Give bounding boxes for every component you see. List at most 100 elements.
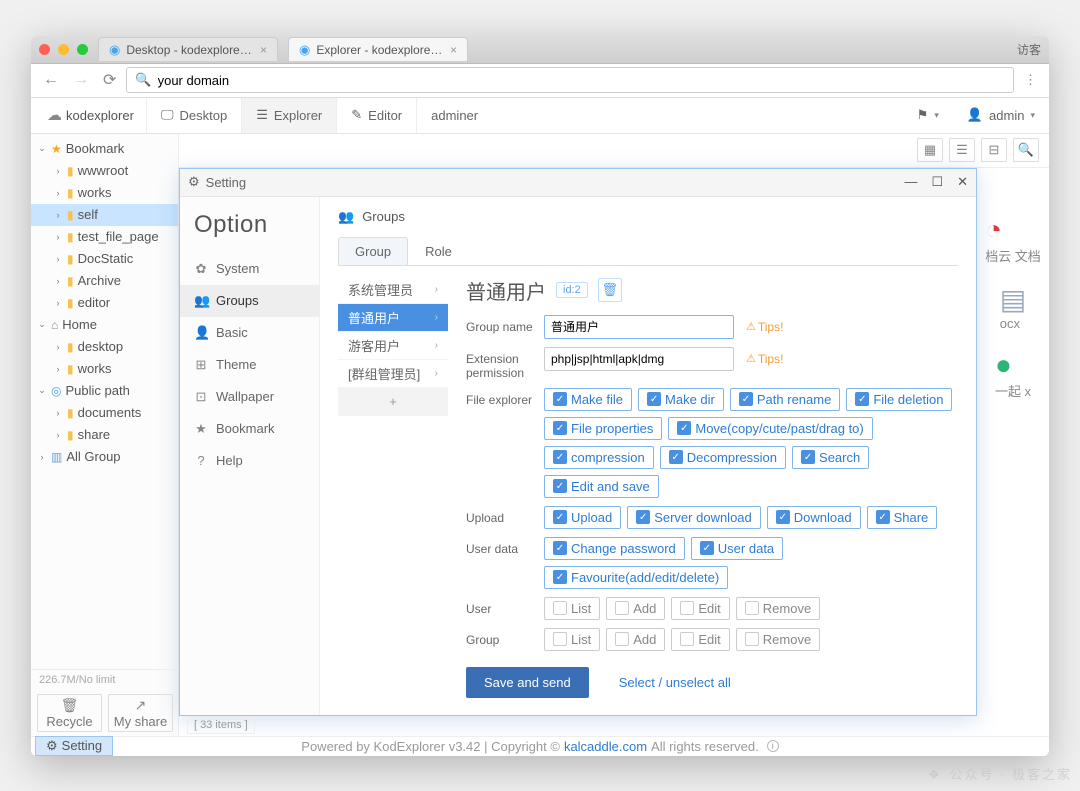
address-input-wrap[interactable]: 🔍 xyxy=(126,67,1014,93)
tree-item[interactable]: › ▮ works xyxy=(31,182,178,204)
tree-section[interactable]: ⌄ ⌂ Home xyxy=(31,314,178,336)
option-item-system[interactable]: ✿System xyxy=(180,253,319,285)
permission-check[interactable]: ✓Download xyxy=(767,506,861,529)
option-item-bookmark[interactable]: ★Bookmark xyxy=(180,413,319,445)
menu-icon[interactable]: ⋮ xyxy=(1020,72,1041,88)
close-icon[interactable]: ✕ xyxy=(957,174,968,190)
user-menu[interactable]: 👤 admin ▾ xyxy=(953,98,1049,134)
minimize-icon[interactable]: — xyxy=(904,174,917,190)
sublist-label: [群组管理员] xyxy=(348,364,420,383)
tree-item[interactable]: › ▮ share xyxy=(31,424,178,446)
tree-item[interactable]: › ▮ desktop xyxy=(31,336,178,358)
maximize-dot[interactable] xyxy=(77,44,88,55)
tree-item[interactable]: › ▮ works xyxy=(31,358,178,380)
pane-heading: 👥 Groups xyxy=(338,209,958,225)
tab-editor[interactable]: ✎ Editor xyxy=(336,98,416,134)
close-dot[interactable] xyxy=(39,44,50,55)
permission-check[interactable]: ✓User data xyxy=(691,537,783,560)
reload-icon[interactable]: ⟳ xyxy=(99,70,120,90)
form-title: 普通用户 xyxy=(466,276,546,305)
close-icon[interactable]: × xyxy=(450,43,457,57)
permission-check[interactable]: Add xyxy=(606,628,665,651)
tree-section[interactable]: ⌄ ◎ Public path xyxy=(31,380,178,402)
chevron-icon: ⌄ xyxy=(37,385,47,396)
browser-tab-1[interactable]: ◉ Desktop - kodexplorer - Powe × xyxy=(98,37,278,61)
permission-check[interactable]: ✓Move(copy/cute/past/drag to) xyxy=(668,417,872,440)
permission-check[interactable]: List xyxy=(544,628,600,651)
footer-link[interactable]: kalcaddle.com xyxy=(564,739,647,754)
permission-check[interactable]: ✓Upload xyxy=(544,506,621,529)
pane-tab-role[interactable]: Role xyxy=(408,237,469,265)
address-input[interactable] xyxy=(158,73,1005,88)
permission-check[interactable]: ✓Edit and save xyxy=(544,475,659,498)
permission-check[interactable]: ✓compression xyxy=(544,446,654,469)
permission-check[interactable]: Remove xyxy=(736,628,820,651)
tree-item[interactable]: › ▮ self xyxy=(31,204,178,226)
group-name-input[interactable] xyxy=(544,315,734,339)
sublist-item[interactable]: 系统管理员› xyxy=(338,276,448,304)
option-item-theme[interactable]: ⊞Theme xyxy=(180,349,319,381)
taskbar-setting[interactable]: ⚙ Setting xyxy=(35,736,113,756)
tree-item[interactable]: › ▮ editor xyxy=(31,292,178,314)
pane-tab-group[interactable]: Group xyxy=(338,237,408,265)
permission-check[interactable]: ✓Path rename xyxy=(730,388,840,411)
dialog-titlebar[interactable]: ⚙ Setting — ☐ ✕ xyxy=(180,169,976,197)
tab-adminer[interactable]: adminer xyxy=(416,98,492,134)
browser-tab-2[interactable]: ◉ Explorer - kodexplorer - Powe × xyxy=(288,37,468,61)
tree-item[interactable]: › ▮ Archive xyxy=(31,270,178,292)
permission-check[interactable]: ✓Decompression xyxy=(660,446,786,469)
tips-link[interactable]: Tips! xyxy=(746,352,783,366)
tab-explorer[interactable]: ☰ Explorer xyxy=(241,98,336,134)
option-item-groups[interactable]: 👥Groups xyxy=(180,285,319,317)
permission-check[interactable]: List xyxy=(544,597,600,620)
tree-section[interactable]: ⌄ ★ Bookmark xyxy=(31,138,178,160)
minimize-dot[interactable] xyxy=(58,44,69,55)
select-all-link[interactable]: Select / unselect all xyxy=(619,675,731,690)
watermark: ❖ 公众号 · 极客之家 xyxy=(928,761,1072,785)
sublist-item[interactable]: 游客用户› xyxy=(338,332,448,360)
extension-input[interactable] xyxy=(544,347,734,371)
recycle-button[interactable]: 🗑Recycle xyxy=(37,694,102,732)
browser-tab-2-label: Explorer - kodexplorer - Powe xyxy=(316,43,444,57)
permission-check[interactable]: ✓File properties xyxy=(544,417,662,440)
delete-button[interactable]: 🗑 xyxy=(598,278,622,302)
tree-section[interactable]: › ▥ All Group xyxy=(31,446,178,468)
view-list-button[interactable]: ☰ xyxy=(949,138,975,162)
tree-item[interactable]: › ▮ wwwroot xyxy=(31,160,178,182)
info-icon[interactable]: i xyxy=(767,740,779,752)
permission-check[interactable]: Edit xyxy=(671,628,729,651)
option-item-basic[interactable]: 👤Basic xyxy=(180,317,319,349)
permission-check[interactable]: ✓Server download xyxy=(627,506,761,529)
option-item-help[interactable]: ?Help xyxy=(180,445,319,477)
back-icon[interactable]: ← xyxy=(39,71,63,89)
maximize-icon[interactable]: ☐ xyxy=(931,174,943,190)
sublist-item[interactable]: [群组管理员]› xyxy=(338,360,448,388)
forward-icon[interactable]: → xyxy=(69,71,93,89)
permission-check[interactable]: ✓Share xyxy=(867,506,938,529)
view-icons-button[interactable]: ▦ xyxy=(917,138,943,162)
permission-check[interactable]: ✓Search xyxy=(792,446,869,469)
option-item-wallpaper[interactable]: ⊡Wallpaper xyxy=(180,381,319,413)
permission-check[interactable]: ✓Change password xyxy=(544,537,685,560)
permission-check[interactable]: ✓File deletion xyxy=(846,388,952,411)
tab-desktop[interactable]: 🖵 Desktop xyxy=(146,98,241,134)
search-button[interactable]: 🔍 xyxy=(1013,138,1039,162)
add-group-button[interactable]: + xyxy=(338,388,448,416)
close-icon[interactable]: × xyxy=(260,43,267,57)
view-tree-button[interactable]: ⊟ xyxy=(981,138,1007,162)
permission-check[interactable]: Remove xyxy=(736,597,820,620)
permission-check[interactable]: ✓Make dir xyxy=(638,388,724,411)
permission-label: List xyxy=(571,601,591,616)
permission-check[interactable]: Edit xyxy=(671,597,729,620)
sublist-item[interactable]: 普通用户› xyxy=(338,304,448,332)
permission-check[interactable]: Add xyxy=(606,597,665,620)
tree-item[interactable]: › ▮ documents xyxy=(31,402,178,424)
tips-link[interactable]: Tips! xyxy=(746,320,783,334)
tree-item[interactable]: › ▮ test_file_page xyxy=(31,226,178,248)
share-button[interactable]: ↗My share xyxy=(108,694,173,732)
tree-item[interactable]: › ▮ DocStatic xyxy=(31,248,178,270)
flag-menu[interactable]: ⚑▾ xyxy=(903,98,953,134)
permission-check[interactable]: ✓Favourite(add/edit/delete) xyxy=(544,566,728,589)
permission-check[interactable]: ✓Make file xyxy=(544,388,632,411)
save-button[interactable]: Save and send xyxy=(466,667,589,698)
